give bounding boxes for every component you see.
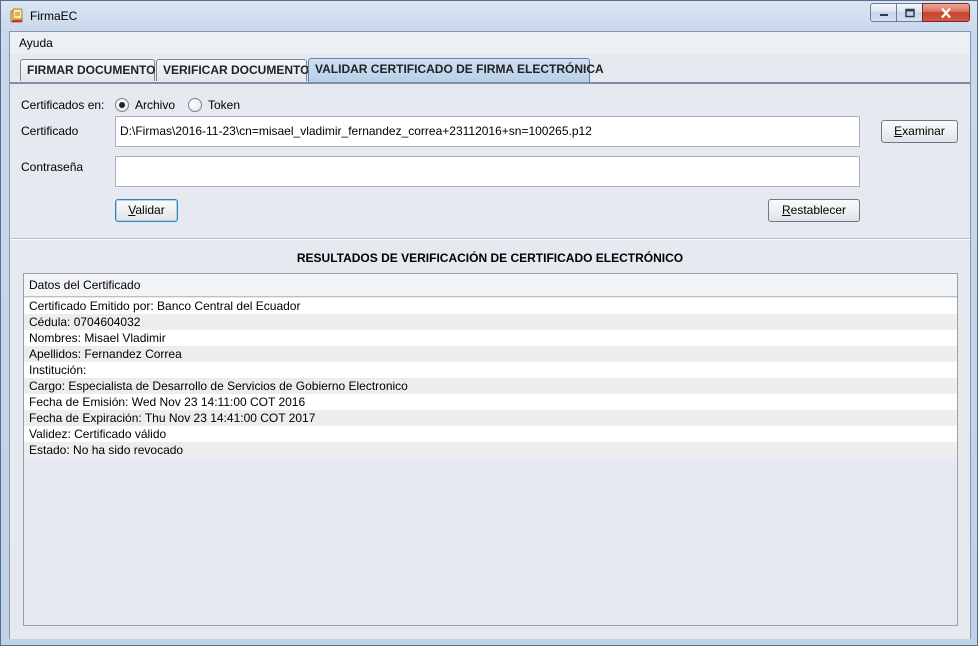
source-label: Certificados en: (21, 98, 105, 112)
results-title: RESULTADOS DE VERIFICACIÓN DE CERTIFICAD… (296, 251, 684, 265)
validar-label: alidar (135, 203, 165, 217)
table-row[interactable]: Estado: No ha sido revocado (24, 442, 957, 458)
password-label: Contraseña (21, 160, 84, 174)
results-table[interactable]: Datos del Certificado Certificado Emitid… (23, 273, 958, 626)
restablecer-mnemonic: R (781, 203, 791, 217)
menu-ayuda[interactable]: Ayuda (19, 36, 53, 50)
examinar-mnemonic: E (894, 124, 903, 138)
archivo-radio[interactable] (115, 98, 129, 112)
table-row[interactable]: Apellidos: Fernandez Correa (24, 346, 957, 362)
validar-button[interactable]: Validar (115, 199, 178, 222)
close-icon (941, 7, 951, 18)
section-divider (10, 238, 970, 240)
maximize-button[interactable] (896, 3, 923, 22)
minimize-icon (879, 13, 888, 16)
token-label[interactable]: Token (208, 98, 240, 112)
client-area: Ayuda FIRMAR DOCUMENTO VERIFICAR DOCUMEN… (9, 31, 971, 639)
minimize-button[interactable] (870, 3, 897, 22)
certificate-label: Certificado (21, 124, 79, 138)
validar-certificado-panel: Certificados en: Archivo Token Certifica… (10, 84, 970, 639)
maximize-icon (904, 8, 915, 17)
table-row[interactable]: Institución: (24, 362, 957, 378)
tab-firmar-documento[interactable]: FIRMAR DOCUMENTO (20, 59, 155, 81)
title-bar[interactable]: FirmaEC (1, 1, 977, 31)
token-radio[interactable] (188, 98, 202, 112)
table-row[interactable]: Fecha de Expiración: Thu Nov 23 14:41:00… (24, 410, 957, 426)
application-window: FirmaEC Ayuda FIRMAR DOCUMENTO VERIFICAR… (0, 0, 978, 646)
results-column-header[interactable]: Datos del Certificado (24, 274, 957, 297)
examinar-button[interactable]: Examinar (881, 120, 958, 143)
window-title: FirmaEC (30, 9, 78, 23)
archivo-label[interactable]: Archivo (135, 98, 175, 112)
certificate-path-field[interactable]: D:\Firmas\2016-11-23\cn=misael_vladimir_… (115, 116, 860, 147)
table-row[interactable]: Cargo: Especialista de Desarrollo de Ser… (24, 378, 957, 394)
table-row[interactable]: Nombres: Misael Vladimir (24, 330, 957, 346)
tab-validar-certificado[interactable]: VALIDAR CERTIFICADO DE FIRMA ELECTRÓNICA (308, 58, 604, 82)
app-icon (9, 8, 25, 24)
restablecer-button[interactable]: Restablecer (768, 199, 860, 222)
restablecer-label: establecer (790, 203, 847, 217)
tab-verificar-documento[interactable]: VERIFICAR DOCUMENTO (156, 59, 309, 81)
table-row[interactable]: Cédula: 0704604032 (24, 314, 957, 330)
close-button[interactable] (922, 3, 970, 22)
examinar-label: xaminar (902, 124, 945, 138)
menu-bar: Ayuda (10, 32, 970, 54)
table-row[interactable]: Certificado Emitido por: Banco Central d… (24, 298, 957, 314)
table-row[interactable]: Validez: Certificado válido (24, 426, 957, 442)
table-row[interactable]: Fecha de Emisión: Wed Nov 23 14:11:00 CO… (24, 394, 957, 410)
password-field[interactable] (115, 156, 860, 187)
tab-strip: FIRMAR DOCUMENTO VERIFICAR DOCUMENTO VAL… (10, 57, 970, 82)
